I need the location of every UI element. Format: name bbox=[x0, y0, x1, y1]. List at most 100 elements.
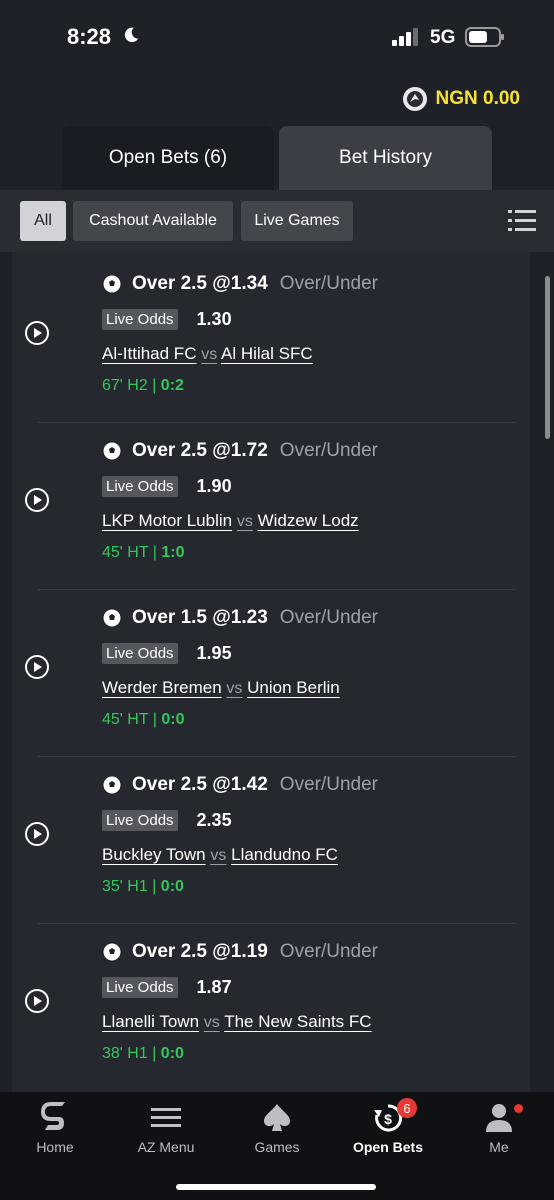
filter-bar: All Cashout Available Live Games bbox=[0, 190, 554, 252]
nav-open-bets[interactable]: $ 6 Open Bets bbox=[333, 1092, 443, 1162]
soccer-ball-icon bbox=[102, 441, 122, 461]
nav-az-menu[interactable]: AZ Menu bbox=[111, 1092, 221, 1162]
open-bets-list[interactable]: Over 2.5 @1.34 Over/Under Live Odds 1.30… bbox=[12, 252, 530, 1092]
away-team: Union Berlin bbox=[247, 678, 340, 697]
match-status: 67' H2 | 0:2 bbox=[102, 377, 184, 395]
home-team: LKP Motor Lublin bbox=[102, 511, 233, 530]
live-odds-badge: Live Odds bbox=[102, 475, 178, 497]
match-time: 38' H1 | bbox=[102, 1045, 161, 1062]
bet-market: Over/Under bbox=[279, 440, 378, 461]
filter-cashout-button[interactable]: Cashout Available bbox=[73, 201, 233, 241]
match-status: 35' H1 | 0:0 bbox=[102, 878, 184, 896]
tab-bet-history[interactable]: Bet History bbox=[279, 126, 492, 190]
away-team: The New Saints FC bbox=[224, 1012, 372, 1031]
filter-live-games-button[interactable]: Live Games bbox=[241, 201, 353, 241]
bet-market: Over/Under bbox=[279, 774, 378, 795]
bet-item[interactable]: Over 2.5 @1.72 Over/Under Live Odds 1.90… bbox=[12, 423, 530, 590]
play-icon[interactable] bbox=[24, 988, 50, 1014]
versus-label: vs bbox=[203, 1014, 220, 1031]
match-time: 45' HT | bbox=[102, 711, 162, 728]
status-bar: 8:28 5G bbox=[0, 0, 554, 76]
home-team: Buckley Town bbox=[102, 845, 206, 864]
match-teams[interactable]: LKP Motor Lublin vs Widzew Lodz bbox=[102, 511, 359, 531]
match-time: 35' H1 | bbox=[102, 878, 161, 895]
versus-label: vs bbox=[236, 513, 253, 530]
play-icon[interactable] bbox=[24, 320, 50, 346]
match-teams[interactable]: Llanelli Town vs The New Saints FC bbox=[102, 1012, 372, 1032]
bet-selection: Over 2.5 @1.19 bbox=[132, 941, 268, 962]
bet-market: Over/Under bbox=[279, 941, 378, 962]
nav-me[interactable]: Me bbox=[444, 1092, 554, 1162]
home-team: Llanelli Town bbox=[102, 1012, 200, 1031]
scrollbar[interactable] bbox=[545, 276, 550, 439]
nav-label: Home bbox=[36, 1139, 74, 1155]
user-icon bbox=[486, 1104, 512, 1132]
bet-selection: Over 2.5 @1.72 bbox=[132, 440, 268, 461]
live-odds-value: 2.35 bbox=[196, 809, 232, 830]
soccer-ball-icon bbox=[102, 775, 122, 795]
match-teams[interactable]: Al-Ittihad FC vs Al Hilal SFC bbox=[102, 344, 313, 364]
account-avatar-icon bbox=[402, 87, 427, 111]
network-label: 5G bbox=[430, 27, 456, 48]
home-indicator[interactable] bbox=[176, 1184, 376, 1190]
away-team: Al Hilal SFC bbox=[221, 344, 313, 363]
bet-item[interactable]: Over 2.5 @1.19 Over/Under Live Odds 1.87… bbox=[12, 924, 530, 1091]
nav-games[interactable]: Games bbox=[222, 1092, 332, 1162]
match-status: 45' HT | 1:0 bbox=[102, 544, 185, 562]
match-score: 0:2 bbox=[160, 377, 184, 394]
match-time: 67' H2 | bbox=[102, 377, 161, 394]
bet-item[interactable]: Over 2.5 @1.42 Over/Under Live Odds 2.35… bbox=[12, 757, 530, 924]
live-odds-value: 1.90 bbox=[196, 475, 232, 496]
moon-icon bbox=[124, 27, 139, 43]
play-icon[interactable] bbox=[24, 654, 50, 680]
spade-icon bbox=[264, 1104, 290, 1131]
status-time: 8:28 bbox=[67, 24, 112, 49]
away-team: Llandudno FC bbox=[231, 845, 338, 864]
live-odds-value: 1.95 bbox=[196, 642, 232, 663]
bet-market: Over/Under bbox=[279, 273, 378, 294]
match-status: 38' H1 | 0:0 bbox=[102, 1045, 184, 1063]
list-view-icon[interactable] bbox=[508, 207, 536, 235]
live-odds-badge: Live Odds bbox=[102, 308, 178, 330]
soccer-ball-icon bbox=[102, 942, 122, 962]
live-odds-value: 1.30 bbox=[196, 308, 232, 329]
tab-open-bets[interactable]: Open Bets (6) bbox=[62, 126, 274, 190]
sporty-logo-icon bbox=[41, 1102, 65, 1130]
live-odds-badge: Live Odds bbox=[102, 642, 178, 664]
versus-label: vs bbox=[226, 680, 243, 697]
nav-label: Me bbox=[489, 1139, 509, 1155]
match-teams[interactable]: Buckley Town vs Llandudno FC bbox=[102, 845, 338, 865]
nav-label: Open Bets bbox=[352, 1139, 423, 1155]
account-balance[interactable]: NGN 0.00 bbox=[402, 86, 520, 112]
open-bets-count-badge: 6 bbox=[397, 1098, 417, 1118]
bet-selection: Over 2.5 @1.34 bbox=[132, 273, 268, 294]
match-status: 45' HT | 0:0 bbox=[102, 711, 185, 729]
battery-icon bbox=[465, 27, 504, 47]
match-teams[interactable]: Werder Bremen vs Union Berlin bbox=[102, 678, 340, 698]
bet-selection: Over 1.5 @1.23 bbox=[132, 607, 268, 628]
home-team: Werder Bremen bbox=[102, 678, 222, 697]
soccer-ball-icon bbox=[102, 608, 122, 628]
live-odds-value: 1.87 bbox=[196, 976, 232, 997]
soccer-ball-icon bbox=[102, 274, 122, 294]
balance-amount: NGN 0.00 bbox=[435, 88, 520, 109]
bet-market: Over/Under bbox=[279, 607, 378, 628]
match-score: 1:0 bbox=[161, 544, 185, 561]
match-score: 0:0 bbox=[160, 1045, 184, 1062]
match-score: 0:0 bbox=[160, 878, 184, 895]
nav-home[interactable]: Home bbox=[0, 1092, 110, 1162]
filter-all-button[interactable]: All bbox=[20, 201, 66, 241]
bet-selection: Over 2.5 @1.42 bbox=[132, 774, 268, 795]
versus-label: vs bbox=[210, 847, 227, 864]
svg-text:$: $ bbox=[384, 1111, 392, 1127]
play-icon[interactable] bbox=[24, 821, 50, 847]
play-icon[interactable] bbox=[24, 487, 50, 513]
bet-item[interactable]: Over 1.5 @1.23 Over/Under Live Odds 1.95… bbox=[12, 590, 530, 757]
bet-item[interactable]: Over 2.5 @1.34 Over/Under Live Odds 1.30… bbox=[12, 256, 530, 423]
signal-icon bbox=[392, 28, 418, 46]
home-team: Al-Ittihad FC bbox=[102, 344, 197, 363]
live-odds-badge: Live Odds bbox=[102, 809, 178, 831]
nav-label: Games bbox=[254, 1139, 300, 1155]
notification-dot bbox=[514, 1104, 523, 1113]
live-odds-badge: Live Odds bbox=[102, 976, 178, 998]
